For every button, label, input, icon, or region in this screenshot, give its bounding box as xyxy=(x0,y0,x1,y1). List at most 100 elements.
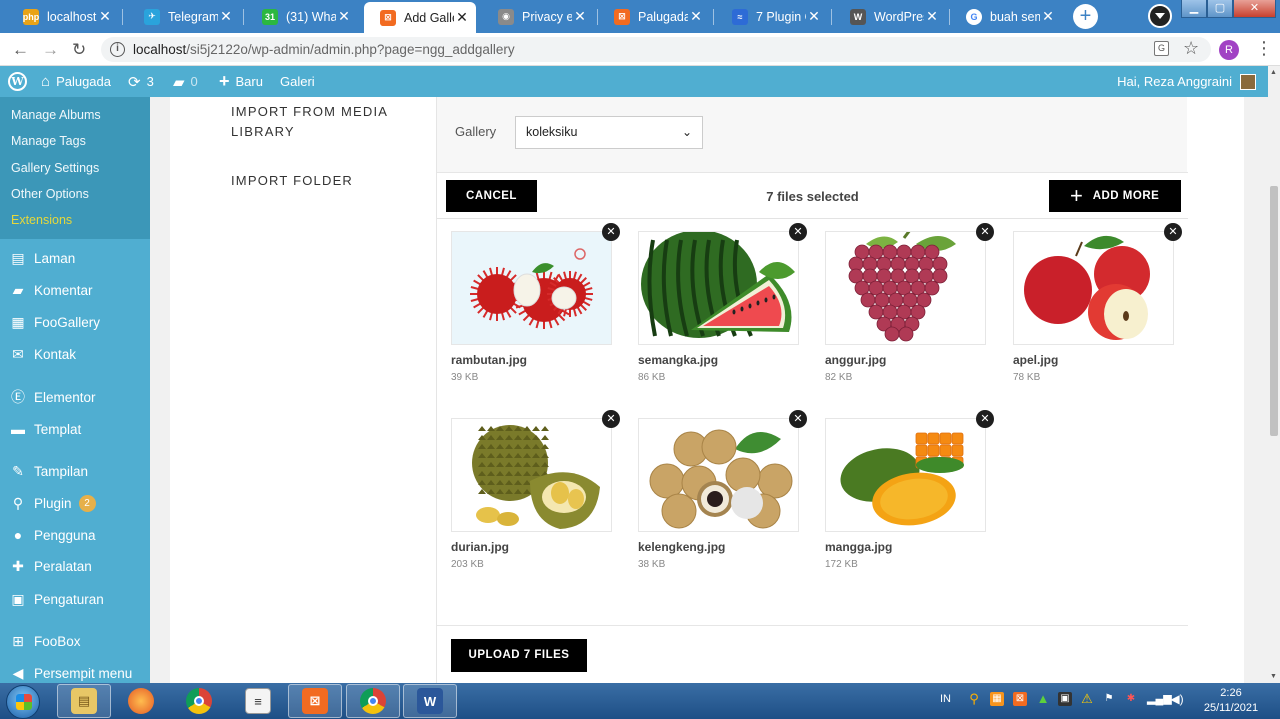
scrollbar-thumb[interactable] xyxy=(1270,186,1278,436)
browser-tab[interactable]: ⊠ Palugada – ✕ xyxy=(598,3,710,30)
tray-app-icon[interactable]: ▦ xyxy=(990,692,1004,706)
taskbar-word[interactable]: W xyxy=(403,684,457,718)
remove-file-icon[interactable]: ✕ xyxy=(789,223,807,241)
sidebar-item[interactable]: ▣ Pengaturan xyxy=(0,584,150,614)
site-name: Palugada xyxy=(56,74,112,89)
remove-file-icon[interactable]: ✕ xyxy=(976,410,994,428)
url-input[interactable]: i localhost/si5j2122o/wp-admin/admin.php… xyxy=(101,37,1211,62)
browser-tab[interactable]: ≈7 Plugin Ga✕ xyxy=(716,3,828,30)
close-tab-icon[interactable]: ✕ xyxy=(924,8,940,25)
site-info-icon[interactable]: i xyxy=(110,42,125,57)
sidebar-item[interactable]: ▦ FooGallery xyxy=(0,307,150,337)
close-tab-icon[interactable]: ✕ xyxy=(97,8,113,25)
import-folder-link[interactable]: IMPORT FOLDER xyxy=(231,171,353,191)
sidebar-item[interactable]: ⚲ Plugin 2 xyxy=(0,488,150,518)
submenu-item[interactable]: Manage Albums xyxy=(0,102,150,128)
tray-triangle-icon[interactable]: ▲ xyxy=(1036,692,1050,706)
site-name-menu[interactable]: ⌂ Palugada xyxy=(41,66,111,97)
upload-files-button[interactable]: UPLOAD 7 FILES xyxy=(451,639,587,672)
remove-file-icon[interactable]: ✕ xyxy=(602,410,620,428)
taskbar-chrome[interactable] xyxy=(172,684,226,718)
gallery-select[interactable]: koleksiku ⌄ xyxy=(515,116,703,149)
taskbar-xampp[interactable]: ⊠ xyxy=(288,684,342,718)
remove-file-icon[interactable]: ✕ xyxy=(602,223,620,241)
volume-icon[interactable]: ◀) xyxy=(1170,692,1184,706)
taskbar-firefox[interactable] xyxy=(114,684,168,718)
account-menu[interactable]: Hai, Reza Anggraini xyxy=(1117,66,1256,97)
downloads-icon[interactable] xyxy=(1148,4,1172,28)
close-tab-icon[interactable]: ✕ xyxy=(688,8,704,25)
page-scrollbar[interactable]: ▲ ▼ xyxy=(1268,66,1280,683)
scroll-down-arrow-icon[interactable]: ▼ xyxy=(1270,673,1277,680)
reload-icon[interactable]: ↻ xyxy=(72,40,86,60)
sidebar-item[interactable]: ✉ Kontak xyxy=(0,339,150,369)
add-more-button[interactable]: + ADD MORE xyxy=(1049,180,1181,212)
sidebar-item[interactable]: ✎ Tampilan xyxy=(0,456,150,486)
translate-icon[interactable]: G xyxy=(1154,41,1169,56)
taskbar-chrome-profile[interactable] xyxy=(346,684,400,718)
browser-tab[interactable]: ⊠ Add Gallery✕ xyxy=(364,2,476,33)
close-window-button[interactable]: ✕ xyxy=(1233,0,1276,18)
close-tab-icon[interactable]: ✕ xyxy=(336,8,352,25)
new-content-label: Baru xyxy=(235,74,263,89)
close-tab-icon[interactable]: ✕ xyxy=(572,8,588,25)
wp-logo-menu[interactable]: W xyxy=(8,66,27,97)
gallery-select-value: koleksiku xyxy=(526,125,578,139)
new-content-menu[interactable]: + Baru xyxy=(219,66,263,97)
xampp-tray-icon[interactable]: ⊠ xyxy=(1013,692,1027,706)
browser-tab[interactable]: ◉ Privacy erro✕ xyxy=(482,3,594,30)
sidebar-item[interactable]: ▬ Templat xyxy=(0,414,150,444)
gallery-menu[interactable]: Galeri xyxy=(280,66,315,97)
remove-file-icon[interactable]: ✕ xyxy=(789,410,807,428)
maximize-window-button[interactable]: ▢ xyxy=(1207,0,1233,18)
taskbar-notepad[interactable]: ≡ xyxy=(231,684,285,718)
sidebar-item[interactable]: ▰ Komentar xyxy=(0,275,150,305)
browser-tab[interactable]: W WordPress✕ xyxy=(834,3,946,30)
language-indicator[interactable]: IN xyxy=(940,693,951,705)
profile-avatar[interactable]: R xyxy=(1219,40,1239,60)
signal-icon[interactable]: ▂▄▆ xyxy=(1147,692,1172,706)
submenu-item[interactable]: Gallery Settings xyxy=(0,155,150,181)
scroll-up-arrow-icon[interactable]: ▲ xyxy=(1270,69,1277,76)
sidebar-item[interactable]: ● Pengguna xyxy=(0,520,150,550)
sidebar-item[interactable]: ⊞ FooBox xyxy=(0,626,150,656)
file-name: semangka.jpg xyxy=(638,353,719,367)
new-tab-button[interactable]: + xyxy=(1073,4,1098,29)
start-button[interactable] xyxy=(6,685,40,719)
submenu-item[interactable]: Manage Tags xyxy=(0,128,150,154)
close-tab-icon[interactable]: ✕ xyxy=(806,8,822,25)
tray-security-icon[interactable]: ✱ xyxy=(1124,692,1138,706)
sidebar-item[interactable]: Ⓔ Elementor xyxy=(0,382,150,412)
close-tab-icon[interactable]: ✕ xyxy=(454,9,470,26)
forward-icon[interactable]: → xyxy=(42,40,59,60)
comments-menu[interactable]: ▰ 0 xyxy=(173,66,198,97)
close-tab-icon[interactable]: ✕ xyxy=(218,8,234,25)
file-size: 78 KB xyxy=(1013,372,1041,383)
browser-tab[interactable]: ✈ Telegram ✕ xyxy=(128,3,240,30)
close-tab-icon[interactable]: ✕ xyxy=(1040,8,1056,25)
action-center-icon[interactable]: ⚑ xyxy=(1102,692,1116,706)
sidebar-item[interactable]: ✚ Peralatan xyxy=(0,551,150,581)
back-icon[interactable]: ← xyxy=(12,40,29,60)
warning-icon[interactable]: ⚠ xyxy=(1080,692,1094,706)
browser-tab[interactable]: 31 (31) WhatsA✕ xyxy=(246,3,358,30)
taskbar-explorer[interactable]: ▤ xyxy=(57,684,111,718)
tray-monitor-icon[interactable]: ▣ xyxy=(1058,692,1072,706)
system-clock[interactable]: 2:26 25/11/2021 xyxy=(1202,686,1260,716)
sidebar-item[interactable]: ▤ Laman xyxy=(0,243,150,273)
minimize-window-button[interactable]: ▁ xyxy=(1181,0,1207,18)
main-content: IMPORT FROM MEDIA LIBRARY IMPORT FOLDER … xyxy=(150,97,1268,683)
updates-menu[interactable]: ⟳ 3 xyxy=(128,66,154,97)
remove-file-icon[interactable]: ✕ xyxy=(1164,223,1182,241)
submenu-item[interactable]: Extensions xyxy=(0,207,150,233)
import-media-library-link[interactable]: IMPORT FROM MEDIA LIBRARY xyxy=(231,102,388,142)
bookmark-star-icon[interactable]: ☆ xyxy=(1183,38,1199,59)
browser-menu-icon[interactable]: ⋮ xyxy=(1255,38,1273,59)
browser-tab[interactable]: Gbuah sema✕ xyxy=(950,3,1062,30)
search-tray-icon[interactable]: ⚲ xyxy=(967,692,981,706)
file-thumbnail: ✕ durian.jpg 203 KB xyxy=(451,410,620,570)
submenu-item[interactable]: Other Options xyxy=(0,181,150,207)
upload-action-bar: CANCEL 7 files selected + ADD MORE xyxy=(437,173,1188,219)
browser-tab[interactable]: php localhost / ✕ xyxy=(7,3,119,30)
remove-file-icon[interactable]: ✕ xyxy=(976,223,994,241)
